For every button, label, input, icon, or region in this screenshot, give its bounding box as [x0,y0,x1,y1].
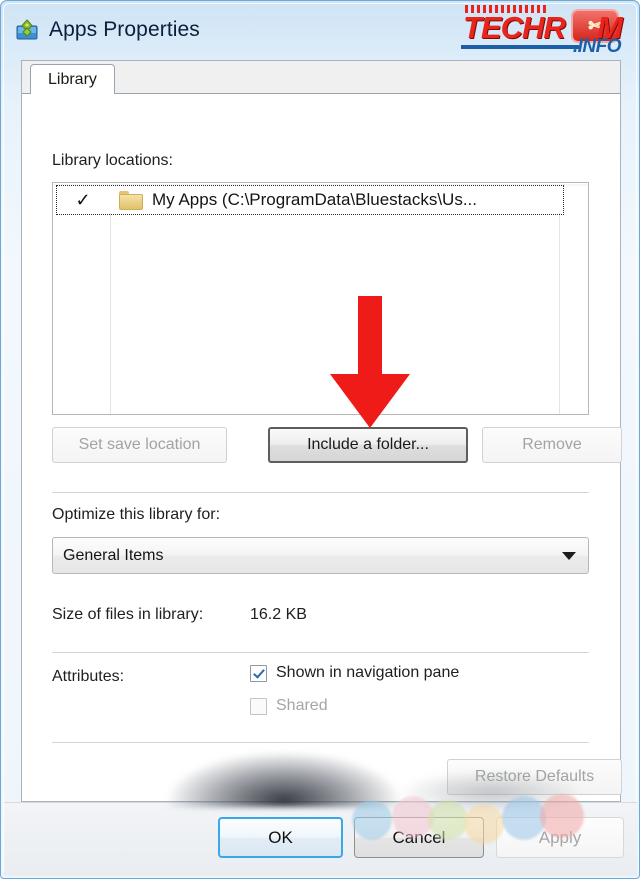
tab-page-library: Library locations: ✓ My Apps (C:\Program… [22,94,622,801]
shown-in-navigation-pane-checkbox[interactable] [250,664,267,682]
title-bar: Apps Properties [4,4,637,56]
divider-3 [52,742,589,743]
size-of-files-label: Size of files in library: [52,606,204,623]
library-locations-list[interactable]: ✓ My Apps (C:\ProgramData\Bluestacks\Us.… [52,182,589,415]
shared-label: Shared [276,697,328,714]
window-title: Apps Properties [49,18,200,41]
restore-defaults-label: Restore Defaults [474,768,595,785]
include-a-folder-button[interactable]: Include a folder... [268,427,468,463]
set-save-location-button[interactable]: Set save location [52,427,227,463]
cancel-button[interactable]: Cancel [354,817,484,858]
apply-label: Apply [538,827,582,847]
properties-window: Apps Properties TECHR ✄ .INFO M Library … [0,0,640,879]
chevron-down-icon [562,551,576,560]
attributes-label: Attributes: [52,668,125,685]
apply-button[interactable]: Apply [496,817,624,858]
cancel-label: Cancel [392,827,446,847]
location-path-label: My Apps (C:\ProgramData\Bluestacks\Us... [152,190,477,209]
shared-checkbox[interactable] [250,697,267,715]
include-a-folder-label: Include a folder... [307,436,429,453]
divider-1 [52,492,589,493]
library-locations-label: Library locations: [52,152,173,169]
list-column-separator-2 [559,213,560,414]
tab-library[interactable]: Library [30,64,115,95]
tab-library-label: Library [48,71,97,88]
shown-in-navigation-pane-label: Shown in navigation pane [276,664,460,681]
ok-label: OK [268,827,293,847]
divider-2 [52,652,589,653]
remove-label: Remove [522,436,582,453]
restore-defaults-button[interactable]: Restore Defaults [447,759,622,795]
optimize-library-label: Optimize this library for: [52,506,221,523]
dialog-body: Library Library locations: ✓ My Apps (C:… [21,60,622,802]
size-of-files-value: 16.2 KB [250,606,307,623]
row-check-icon[interactable]: ✓ [57,191,109,209]
table-row[interactable]: ✓ My Apps (C:\ProgramData\Bluestacks\Us.… [56,185,564,215]
optimize-selected-value: General Items [63,546,164,564]
shared-row[interactable]: Shared [250,697,328,715]
remove-button[interactable]: Remove [482,427,622,463]
list-column-separator-1 [110,213,111,414]
tab-strip: Library [22,61,620,95]
ok-button[interactable]: OK [218,817,343,858]
folder-icon [119,190,143,210]
apps-properties-icon [16,19,38,41]
shown-in-navigation-pane-row[interactable]: Shown in navigation pane [250,664,459,682]
set-save-location-label: Set save location [78,436,201,453]
optimize-library-dropdown[interactable]: General Items [52,537,589,574]
dialog-footer: OK Cancel Apply [4,802,637,876]
